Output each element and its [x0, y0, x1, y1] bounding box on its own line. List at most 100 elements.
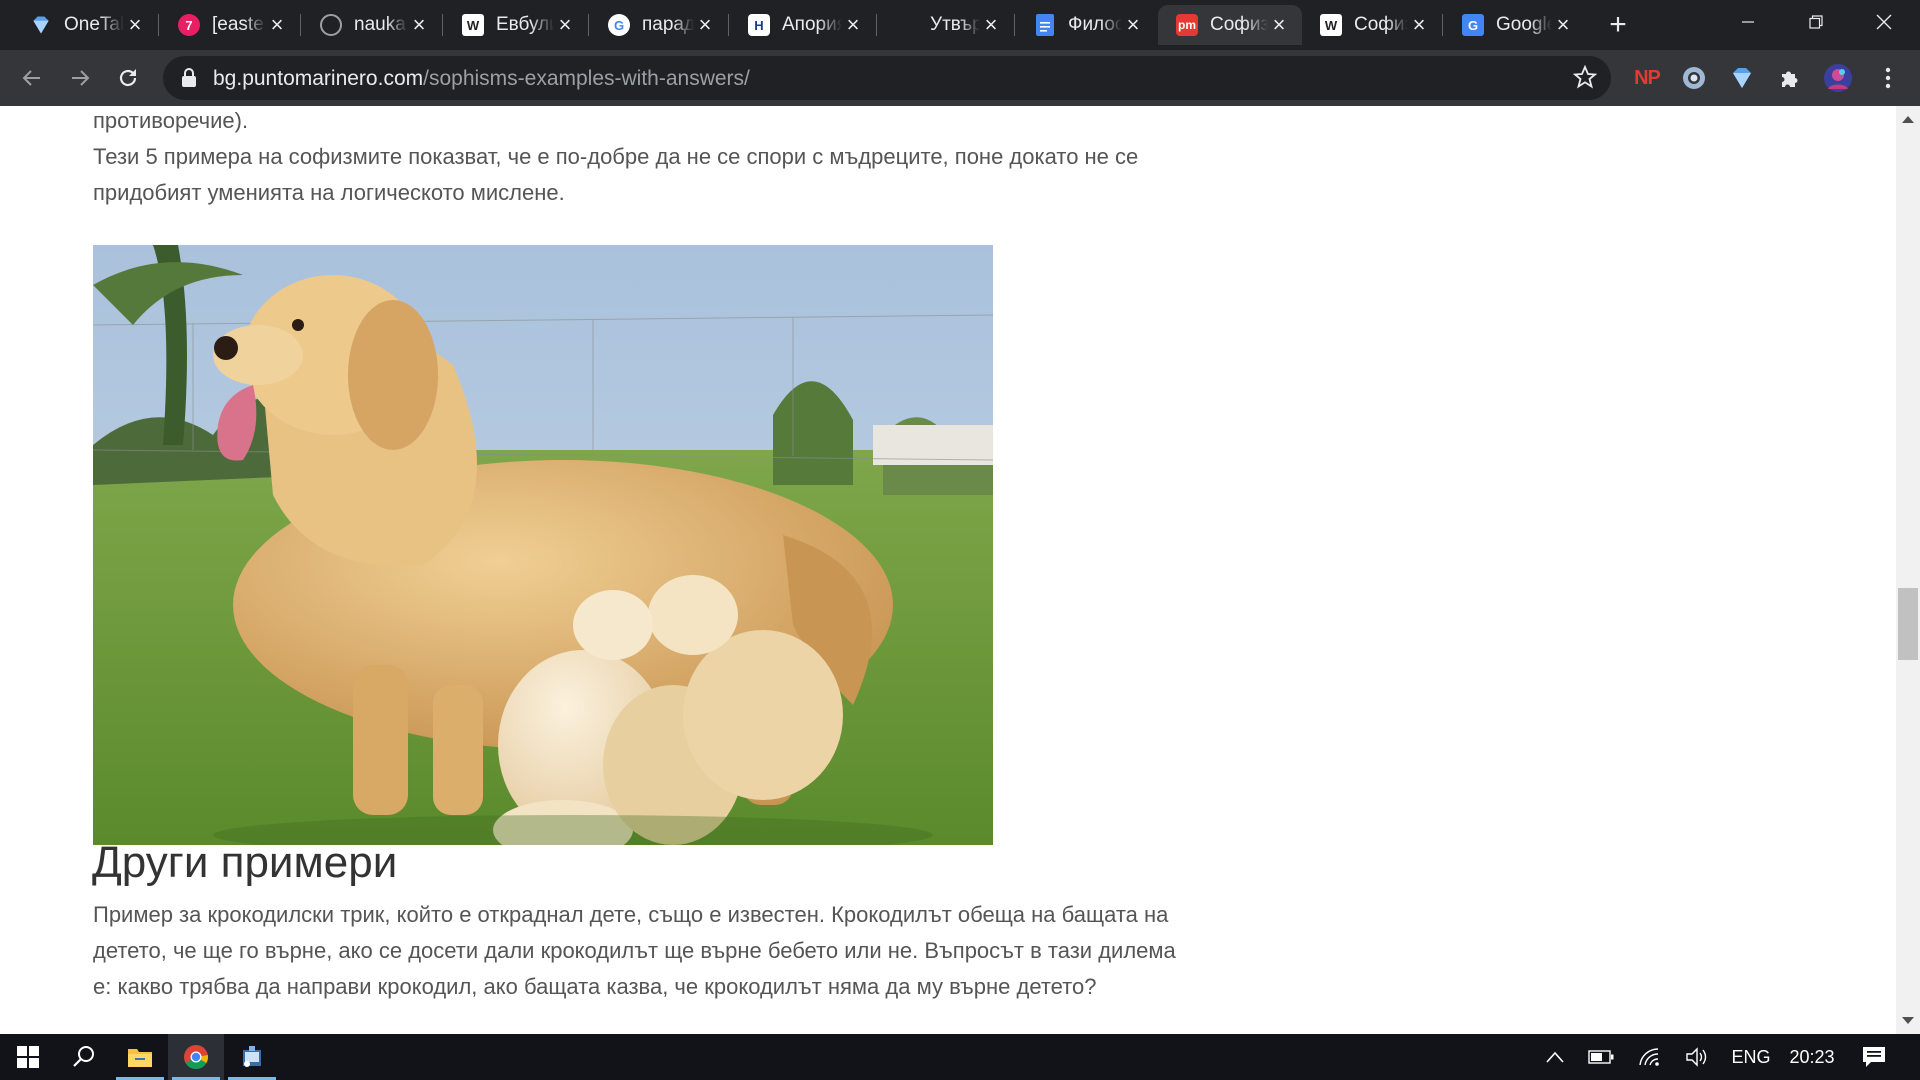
tab-separator — [588, 14, 589, 36]
start-button[interactable] — [0, 1034, 56, 1080]
tab-separator — [728, 14, 729, 36]
tab-close-icon[interactable]: × — [124, 14, 146, 36]
tab-title: Утвърждение — [930, 14, 980, 35]
tab-close-icon[interactable]: × — [1408, 14, 1430, 36]
browser-tab[interactable]: nauka × — [302, 5, 442, 45]
minimize-button[interactable] — [1714, 0, 1782, 44]
extensions-menu-button[interactable] — [1772, 60, 1808, 96]
tab-title: Апория — [782, 14, 842, 35]
windows-taskbar: ENG 20:23 — [0, 1034, 1920, 1080]
language-indicator: ENG — [1731, 1046, 1771, 1067]
action-center-button[interactable] — [1852, 1034, 1896, 1080]
tab-close-icon[interactable]: × — [980, 14, 1002, 36]
minimize-icon — [1742, 21, 1754, 23]
profile-avatar-button[interactable] — [1820, 60, 1856, 96]
np-extension-button[interactable]: NP — [1629, 60, 1665, 96]
tab-close-icon[interactable]: × — [408, 14, 430, 36]
onetab-extension-button[interactable] — [1724, 60, 1760, 96]
app-taskbar-button[interactable] — [224, 1034, 280, 1080]
tab-close-icon[interactable]: × — [1552, 14, 1574, 36]
globe-icon — [320, 14, 342, 36]
close-window-button[interactable] — [1850, 0, 1918, 44]
extension-ring-button[interactable] — [1676, 60, 1712, 96]
forward-button[interactable] — [62, 60, 98, 96]
file-explorer-button[interactable] — [112, 1034, 168, 1080]
notification-icon — [1863, 1047, 1885, 1067]
tab-title: OneTab — [64, 14, 124, 35]
browser-tab[interactable]: W Софизъм× — [1302, 5, 1442, 45]
paragraph-line: придобият уменията на логическото мислен… — [93, 180, 565, 205]
tab-close-icon[interactable]: × — [694, 14, 716, 36]
chrome-menu-button[interactable] — [1870, 60, 1906, 96]
back-button[interactable] — [14, 60, 50, 96]
input-language-button[interactable]: ENG — [1726, 1034, 1776, 1080]
puntomarinero-icon: pm — [1176, 14, 1198, 36]
puzzle-icon — [1782, 71, 1798, 87]
tab-strip: OneTab×7[easter]×nauka×WЕвбулид×Gпарадок… — [0, 0, 1920, 50]
search-icon — [73, 1046, 94, 1067]
photo-illustration — [93, 245, 993, 845]
site-logo-icon: H — [748, 14, 770, 36]
seven-badge-icon: 7 — [178, 14, 200, 36]
page-scrollbar[interactable] — [1896, 106, 1920, 1034]
kebab-menu-icon — [1885, 67, 1891, 89]
browser-tab[interactable]: Gпарадокс× — [590, 5, 728, 45]
app-window-icon — [243, 1046, 261, 1067]
reload-icon — [119, 69, 137, 87]
chrome-taskbar-button[interactable] — [168, 1034, 224, 1080]
browser-tab[interactable]: OneTab × — [12, 5, 158, 45]
clock-button[interactable]: 20:23 — [1780, 1034, 1844, 1080]
tab-title: Софизми — [1210, 14, 1268, 35]
new-tab-button[interactable]: + — [1600, 8, 1636, 44]
tab-close-icon[interactable]: × — [554, 14, 576, 36]
onetab-diamond-icon — [1733, 68, 1751, 88]
browser-tab[interactable]: G Google Translate× — [1444, 5, 1586, 45]
paragraph-line: Пример за крокодилски трик, който е откр… — [93, 902, 1169, 927]
tab-separator — [300, 14, 301, 36]
speaker-icon — [1686, 1047, 1707, 1067]
browser-tab[interactable]: pm Софизми× — [1158, 5, 1302, 45]
search-button[interactable] — [56, 1034, 112, 1080]
browser-toolbar: bg.puntomarinero.com/sophisms-examples-w… — [0, 50, 1920, 106]
volume-button[interactable] — [1680, 1034, 1714, 1080]
url-domain: bg.puntomarinero.com — [213, 67, 424, 90]
address-bar[interactable]: bg.puntomarinero.com/sophisms-examples-w… — [163, 56, 1611, 100]
browser-tab[interactable]: W Евбулид× — [444, 5, 588, 45]
reload-button[interactable] — [110, 60, 146, 96]
tab-close-icon[interactable]: × — [1268, 14, 1290, 36]
tab-title: парадокс — [642, 14, 694, 35]
page-viewport: противоречие). Тези 5 примера на софизми… — [0, 106, 1896, 1034]
forward-arrow-icon — [72, 70, 90, 86]
wikipedia-icon: W — [462, 14, 484, 36]
tab-close-icon[interactable]: × — [266, 14, 288, 36]
tab-separator — [1014, 14, 1015, 36]
show-hidden-icons-button[interactable] — [1538, 1034, 1572, 1080]
tab-separator — [158, 14, 159, 36]
section-heading: Други примери — [92, 838, 398, 887]
chevron-up-icon — [1546, 1051, 1564, 1063]
browser-tab[interactable]: Утвърждение× — [878, 5, 1014, 45]
tab-close-icon[interactable]: × — [842, 14, 864, 36]
browser-tab[interactable]: Философия× — [1016, 5, 1156, 45]
paragraph-line: е: какво трябва да направи крокодил, ако… — [93, 974, 1097, 999]
browser-tab[interactable]: 7 [easter]× — [160, 5, 300, 45]
article-photo-dog-with-puppies — [93, 245, 993, 845]
google-icon: G — [608, 14, 630, 36]
google-docs-icon — [1034, 14, 1056, 36]
url-text[interactable]: bg.puntomarinero.com/sophisms-examples-w… — [213, 67, 750, 91]
profile-avatar-icon — [1824, 64, 1852, 92]
tab-title: [easter] — [212, 14, 266, 35]
lock-icon[interactable] — [181, 68, 197, 88]
scroll-down-arrow-icon[interactable] — [1902, 1017, 1914, 1024]
paragraph-line: противоречие). — [93, 108, 249, 133]
battery-button[interactable] — [1584, 1034, 1618, 1080]
scrollbar-thumb[interactable] — [1898, 588, 1918, 660]
np-extension-label: NP — [1634, 66, 1661, 89]
bookmark-star-icon[interactable] — [1573, 65, 1597, 89]
scroll-up-arrow-icon[interactable] — [1902, 116, 1914, 123]
tab-close-icon[interactable]: × — [1122, 14, 1144, 36]
paragraph-line: Тези 5 примера на софизмите показват, че… — [93, 144, 1139, 169]
restore-button[interactable] — [1782, 0, 1850, 44]
browser-tab[interactable]: H Апория × — [730, 5, 876, 45]
network-button[interactable] — [1632, 1034, 1666, 1080]
